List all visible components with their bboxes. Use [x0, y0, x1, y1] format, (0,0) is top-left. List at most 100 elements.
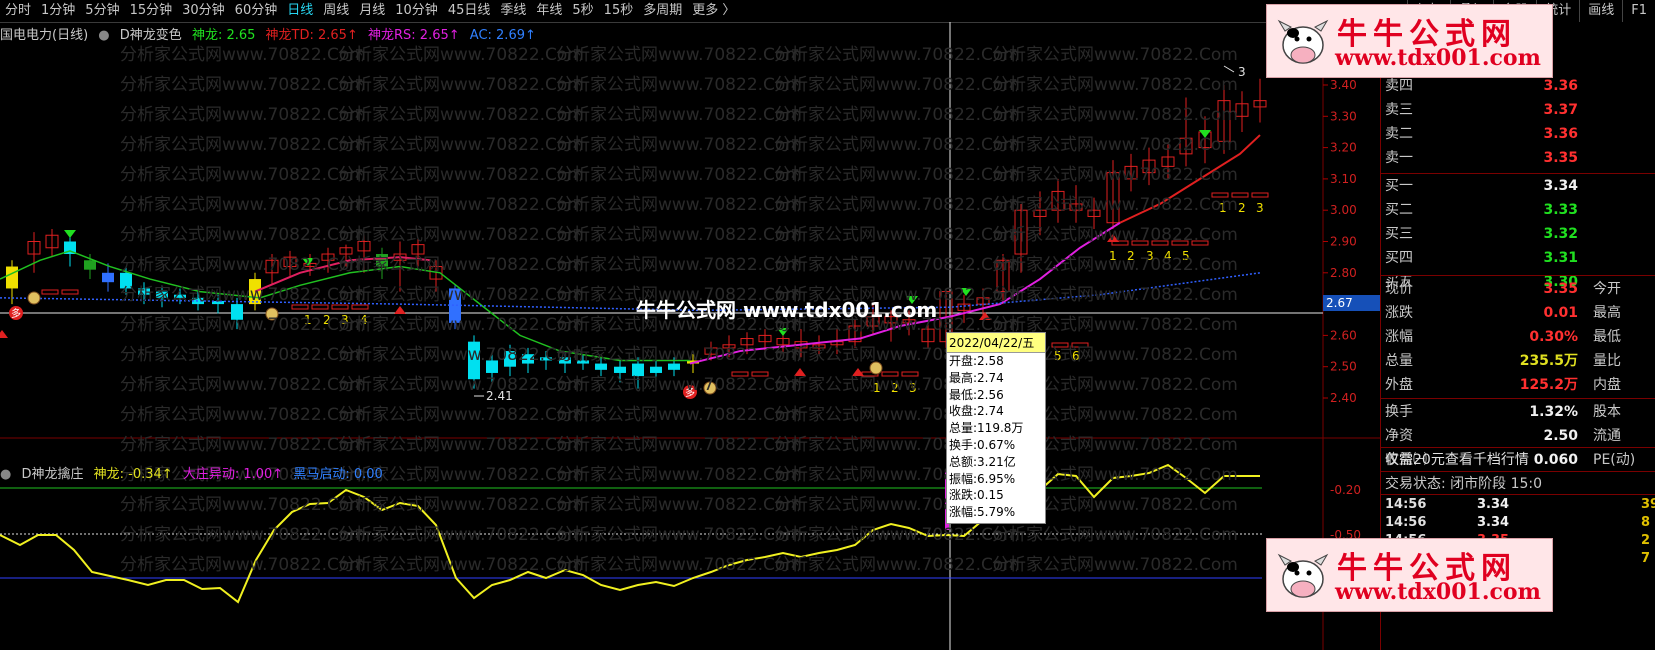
- price-axis-label: 2.40: [1330, 391, 1357, 405]
- sub-axis-label: -0.20: [1330, 483, 1361, 497]
- sub-formula-name[interactable]: D神龙擒庄: [21, 467, 83, 482]
- trade-status: 交易状态: 闭市阶段 15:0: [1381, 472, 1655, 496]
- bg-watermark-text: 分析家公式网www.70822.Com: [338, 405, 584, 425]
- quote-label: 现价: [1385, 281, 1413, 297]
- quote-label: 买一: [1385, 178, 1413, 194]
- bg-watermark-text: 分析家公式网www.70822.Com: [338, 75, 584, 95]
- bg-watermark-text: 分析家公式网www.70822.Com: [992, 255, 1238, 275]
- bg-watermark-text: 分析家公式网www.70822.Com: [338, 45, 584, 65]
- price-axis-label: 2.90: [1330, 235, 1357, 249]
- cycle-box: [61, 289, 79, 295]
- tooltip-line: 开盘:2.58: [949, 354, 1004, 368]
- bg-watermark-text: 分析家公式网www.70822.Com: [120, 555, 366, 575]
- tooltip-line: 总量:119.8万: [949, 421, 1024, 436]
- quote-value: 3.36: [1543, 126, 1578, 142]
- quote-value: 3.32: [1543, 226, 1578, 242]
- bg-watermark-text: 分析家公式网www.70822.Com: [556, 525, 802, 545]
- bg-watermark-text: 分析家公式网www.70822.Com: [338, 435, 584, 455]
- tooltip-line: 收盘:2.74: [949, 404, 1004, 419]
- stock-title[interactable]: 国电电力(日线): [0, 28, 88, 43]
- bg-watermark-text: 分析家公式网www.70822.Com: [556, 465, 802, 485]
- quote-value: 0.01: [1543, 305, 1578, 321]
- promo-link[interactable]: 仅需20元查看千档行情: [1381, 448, 1655, 472]
- sub-value: 大庄异动: 1.00↑: [182, 467, 284, 482]
- cycle-box: [351, 304, 369, 310]
- ad-banner-top[interactable]: 牛牛公式网 www.tdx001.com: [1266, 4, 1553, 78]
- money-bag-icon: [27, 291, 41, 305]
- tick-row: 14:56 3.34 39: [1381, 496, 1655, 514]
- divider: [1381, 275, 1655, 276]
- formula-name[interactable]: D神龙变色: [120, 28, 182, 43]
- quote-label-secondary: 最低: [1593, 329, 1621, 345]
- bg-watermark-text: 分析家公式网www.70822.Com: [338, 375, 584, 395]
- count-label: 3: [1256, 201, 1264, 215]
- indicator-value: 神龙: 2.65: [191, 28, 256, 43]
- bg-watermark-text: 分析家公式网www.70822.Com: [338, 555, 584, 575]
- bg-watermark-text: 分析家公式网www.70822.Com: [120, 165, 366, 185]
- quote-row: 涨幅 0.30% 最低: [1381, 325, 1655, 349]
- quote-row: 卖三 3.37: [1381, 98, 1655, 122]
- tick-row: 14:56 3.34 8: [1381, 514, 1655, 532]
- price-axis-label: 3.00: [1330, 203, 1357, 217]
- quote-label: 卖三: [1385, 102, 1413, 118]
- price-axis-label: 2.80: [1330, 266, 1357, 280]
- bg-watermark-text: 分析家公式网www.70822.Com: [556, 45, 802, 65]
- bg-watermark-text: 分析家公式网www.70822.Com: [774, 255, 1020, 275]
- settings-icon[interactable]: ●: [98, 28, 109, 43]
- quote-value: 3.35: [1543, 150, 1578, 166]
- bg-watermark-text: 分析家公式网www.70822.Com: [992, 75, 1238, 95]
- sub-indicator-header: ● D神龙擒庄 神龙: -0.34↑ 大庄异动: 1.00↑ 黑马启动: 0.0…: [0, 463, 389, 482]
- indicator-value: AC: 2.69↑: [469, 28, 536, 43]
- indicator-value: 神龙RS: 2.65↑: [368, 28, 460, 43]
- quote-row: 买四 3.31: [1381, 246, 1655, 270]
- bg-watermark-text: 分析家公式网www.70822.Com: [992, 165, 1238, 185]
- quote-label: 净资: [1385, 428, 1413, 444]
- toolbar-button[interactable]: 画线: [1579, 0, 1622, 22]
- quote-value: 0.30%: [1529, 329, 1578, 345]
- bg-watermark-text: 分析家公式网www.70822.Com: [120, 405, 366, 425]
- bg-watermark-text: 分析家公式网www.70822.Com: [120, 45, 366, 65]
- count-label: 2: [1238, 201, 1246, 215]
- quote-label: 卖一: [1385, 150, 1413, 166]
- tick-vol: 2: [1641, 533, 1651, 548]
- quote-label: 总量: [1385, 353, 1413, 369]
- cow-logo-icon: [1277, 553, 1329, 598]
- promo-text[interactable]: 仅需20元查看千档行情: [1385, 448, 1529, 472]
- bg-watermark-text: 分析家公式网www.70822.Com: [992, 285, 1238, 305]
- tick-price: 3.34: [1477, 515, 1510, 530]
- divider: [1381, 494, 1655, 495]
- bg-watermark-text: 分析家公式网www.70822.Com: [120, 105, 366, 125]
- price-axis-label: 3.20: [1330, 141, 1357, 155]
- ad-url: www.tdx001.com: [1335, 45, 1541, 71]
- sub-value: 黑马启动: 0.00: [293, 467, 383, 482]
- tooltip-line: 总额:3.21亿: [949, 454, 1016, 469]
- price-axis-label: 3.30: [1330, 109, 1357, 123]
- bg-watermark-text: 分析家公式网www.70822.Com: [556, 255, 802, 275]
- divider: [1381, 398, 1655, 399]
- quote-value: 1.32%: [1529, 404, 1578, 420]
- quote-value: 2.50: [1543, 428, 1578, 444]
- quote-label-secondary: 流通: [1593, 428, 1621, 444]
- bg-watermark-text: 分析家公式网www.70822.Com: [774, 555, 1020, 575]
- quote-row: 买三 3.32: [1381, 222, 1655, 246]
- quote-row: 净资 2.50 流通: [1381, 424, 1655, 448]
- bg-watermark-text: 分析家公式网www.70822.Com: [556, 105, 802, 125]
- high-price-label: 3: [1238, 65, 1246, 79]
- quote-value: 3.34: [1543, 178, 1578, 194]
- quote-row: 外盘 125.2万 内盘: [1381, 373, 1655, 397]
- quote-value: 3.31: [1543, 250, 1578, 266]
- bg-watermark-text: 分析家公式网www.70822.Com: [556, 135, 802, 155]
- bg-watermark-text: 分析家公式网www.70822.Com: [120, 195, 366, 215]
- quote-row: 总量 235.5万 量比: [1381, 349, 1655, 373]
- tick-price: 3.34: [1477, 497, 1510, 512]
- settings-icon[interactable]: ●: [0, 467, 11, 482]
- tooltip-date: 2022/04/22/五: [947, 333, 1045, 353]
- ad-url: www.tdx001.com: [1335, 579, 1541, 605]
- bg-watermark-text: 分析家公式网www.70822.Com: [120, 525, 366, 545]
- bg-watermark-text: 分析家公式网www.70822.Com: [992, 555, 1238, 575]
- quote-label: 买四: [1385, 250, 1413, 266]
- ad-banner-bottom[interactable]: 牛牛公式网 www.tdx001.com: [1266, 538, 1553, 612]
- quote-value: 3.37: [1543, 102, 1578, 118]
- toolbar-button[interactable]: F1: [1622, 0, 1655, 22]
- bg-watermark-text: 分析家公式网www.70822.Com: [774, 165, 1020, 185]
